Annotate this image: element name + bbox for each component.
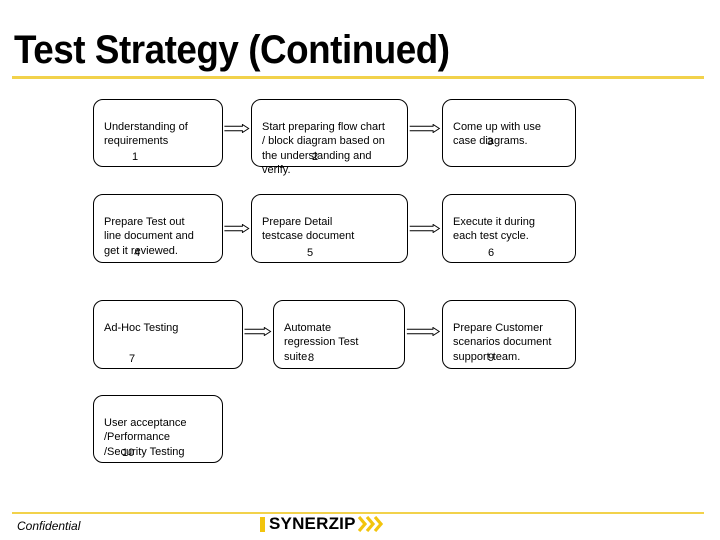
step-box-8: Automate regression Test suite. 8 (273, 300, 405, 369)
step-number: 2 (312, 151, 319, 163)
step-text: Ad-Hoc Testing (104, 321, 179, 334)
step-text: Prepare Test out line document and get i… (104, 215, 194, 257)
step-box-6: Execute it during each test cycle. 6 (442, 194, 576, 263)
chevrons-icon (357, 516, 383, 532)
step-box-9: Prepare Customer scenarios document supp… (442, 300, 576, 369)
step-text: User acceptance /Performance /Security T… (104, 416, 187, 458)
step-text: Come up with use case diagrams. (453, 120, 542, 148)
confidential-label: Confidential (17, 519, 81, 533)
step-box-5: Prepare Detail testcase document 5 (251, 194, 408, 263)
step-box-1: Understanding of requirements 1 (93, 99, 223, 167)
arrow-4-to-5 (224, 224, 250, 233)
logo-bar-icon (260, 516, 265, 532)
arrow-7-to-8 (244, 327, 272, 336)
step-number: 6 (488, 247, 495, 259)
step-number: 8 (308, 352, 315, 364)
step-number: 1 (132, 151, 139, 163)
step-box-7: Ad-Hoc Testing 7 (93, 300, 243, 369)
step-number: 7 (129, 353, 136, 365)
slide-title: Test Strategy (Continued) (14, 28, 450, 72)
step-number: 3 (487, 136, 494, 148)
arrow-5-to-6 (409, 224, 441, 233)
arrow-1-to-2 (224, 124, 250, 133)
arrow-8-to-9 (406, 327, 441, 336)
logo-text: SYNERZIP (269, 514, 356, 533)
step-number: 5 (307, 247, 314, 259)
step-text: Execute it during each test cycle. (453, 215, 535, 243)
step-number: 9 (488, 352, 495, 364)
step-text: Prepare Customer scenarios document supp… (453, 321, 552, 363)
step-box-10: User acceptance /Performance /Security T… (93, 395, 223, 463)
step-text: Understanding of requirements (104, 120, 188, 148)
arrow-2-to-3 (409, 124, 441, 133)
step-text: Automate regression Test suite. (284, 321, 359, 363)
step-text: Prepare Detail testcase document (262, 215, 355, 243)
step-box-4: Prepare Test out line document and get i… (93, 194, 223, 263)
step-number: 10 (122, 447, 135, 459)
step-box-2: Start preparing flow chart / block diagr… (251, 99, 408, 176)
synerzip-logo: SYNERZIP (260, 514, 386, 534)
title-underline (12, 76, 704, 79)
step-text: Start preparing flow chart / block diagr… (262, 120, 385, 177)
step-box-3: Come up with use case diagrams. 3 (442, 99, 576, 167)
step-number: 4 (134, 247, 141, 259)
